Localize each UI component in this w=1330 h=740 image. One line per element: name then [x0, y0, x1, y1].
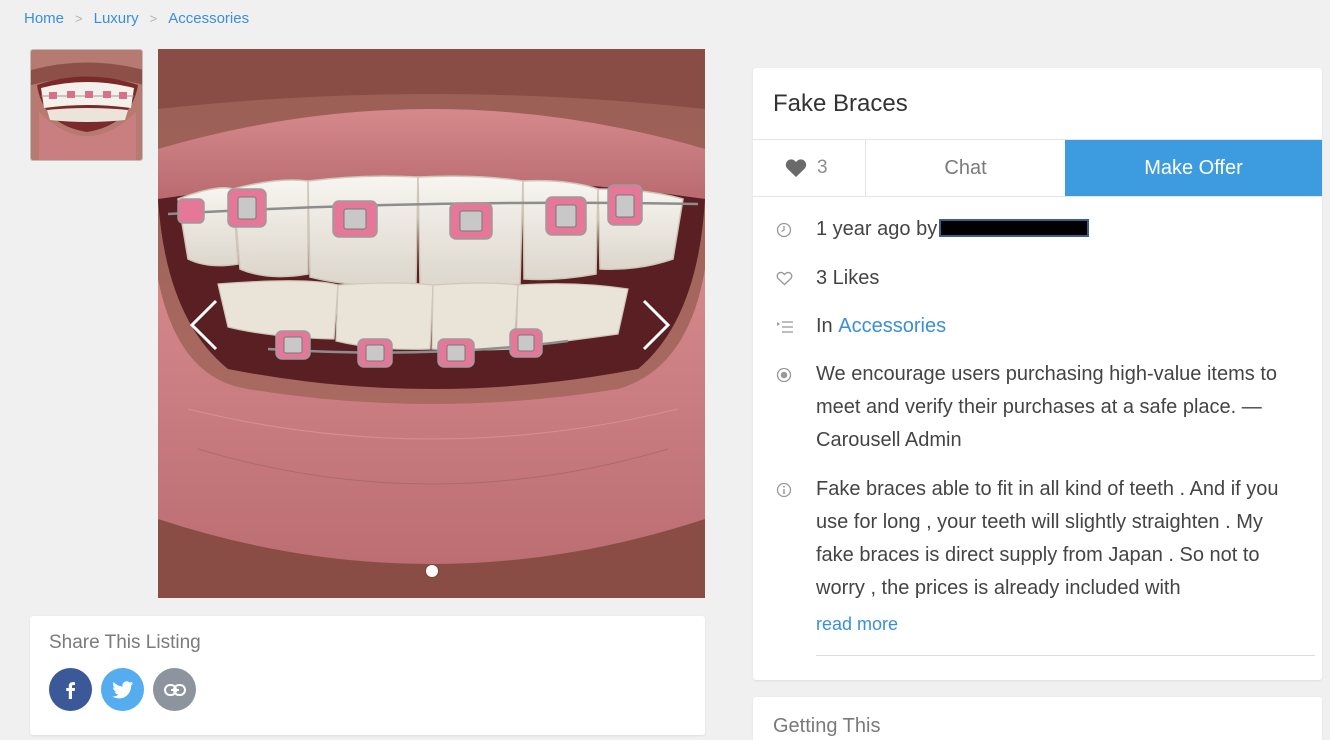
- action-row: 3 Chat Make Offer: [753, 139, 1322, 197]
- posted-row: 1 year ago by: [773, 213, 1090, 246]
- share-card: Share This Listing: [30, 616, 705, 735]
- carousel-indicator-dot[interactable]: [426, 565, 438, 577]
- share-icons: [49, 668, 205, 711]
- likes-text: 3 Likes: [816, 267, 880, 289]
- category-link[interactable]: Accessories: [838, 315, 946, 337]
- breadcrumb: Home > Luxury > Accessories: [24, 10, 249, 27]
- chevron-right-icon[interactable]: [636, 297, 676, 353]
- category-row: In Accessories: [773, 310, 946, 343]
- safety-row: We encourage users purchasing high-value…: [773, 358, 1306, 457]
- chevron-right-icon: >: [75, 11, 83, 26]
- list-icon: [773, 310, 816, 343]
- getting-this-title: Getting This: [773, 715, 881, 737]
- safety-notice: We encourage users purchasing high-value…: [816, 363, 1277, 451]
- listing-description: Fake braces able to fit in all kind of t…: [816, 478, 1279, 599]
- heart-icon: [785, 159, 807, 177]
- breadcrumb-home[interactable]: Home: [24, 10, 64, 27]
- listing-photo: [158, 49, 705, 598]
- share-title: Share This Listing: [49, 632, 201, 653]
- twitter-icon[interactable]: [101, 668, 144, 711]
- divider: [816, 655, 1315, 656]
- description-row: Fake braces able to fit in all kind of t…: [773, 473, 1306, 605]
- in-label: In: [816, 315, 833, 337]
- chat-button[interactable]: Chat: [866, 140, 1065, 196]
- heart-outline-icon: [773, 262, 816, 295]
- photo-thumbnail[interactable]: [30, 49, 143, 161]
- shield-icon: [773, 358, 816, 391]
- chevron-right-icon: >: [149, 11, 158, 26]
- link-icon[interactable]: [153, 668, 196, 711]
- clock-icon: [773, 213, 816, 246]
- facebook-icon[interactable]: [49, 668, 92, 711]
- listing-info-card: Fake Braces 3 Chat Make Offer 1 year ago…: [753, 68, 1322, 680]
- make-offer-button[interactable]: Make Offer: [1065, 140, 1322, 196]
- getting-this-card: Getting This: [753, 697, 1322, 740]
- likes-row: 3 Likes: [773, 262, 879, 295]
- posted-text: 1 year ago by: [816, 213, 1090, 246]
- breadcrumb-luxury[interactable]: Luxury: [94, 10, 139, 27]
- info-icon: [773, 473, 816, 506]
- listing-title: Fake Braces: [773, 90, 908, 117]
- like-button[interactable]: 3: [753, 140, 866, 196]
- chevron-left-icon[interactable]: [184, 297, 224, 353]
- read-more-link[interactable]: read more: [816, 614, 898, 635]
- redacted-username: [939, 219, 1090, 237]
- like-count: 3: [817, 157, 828, 178]
- breadcrumb-accessories[interactable]: Accessories: [168, 10, 249, 27]
